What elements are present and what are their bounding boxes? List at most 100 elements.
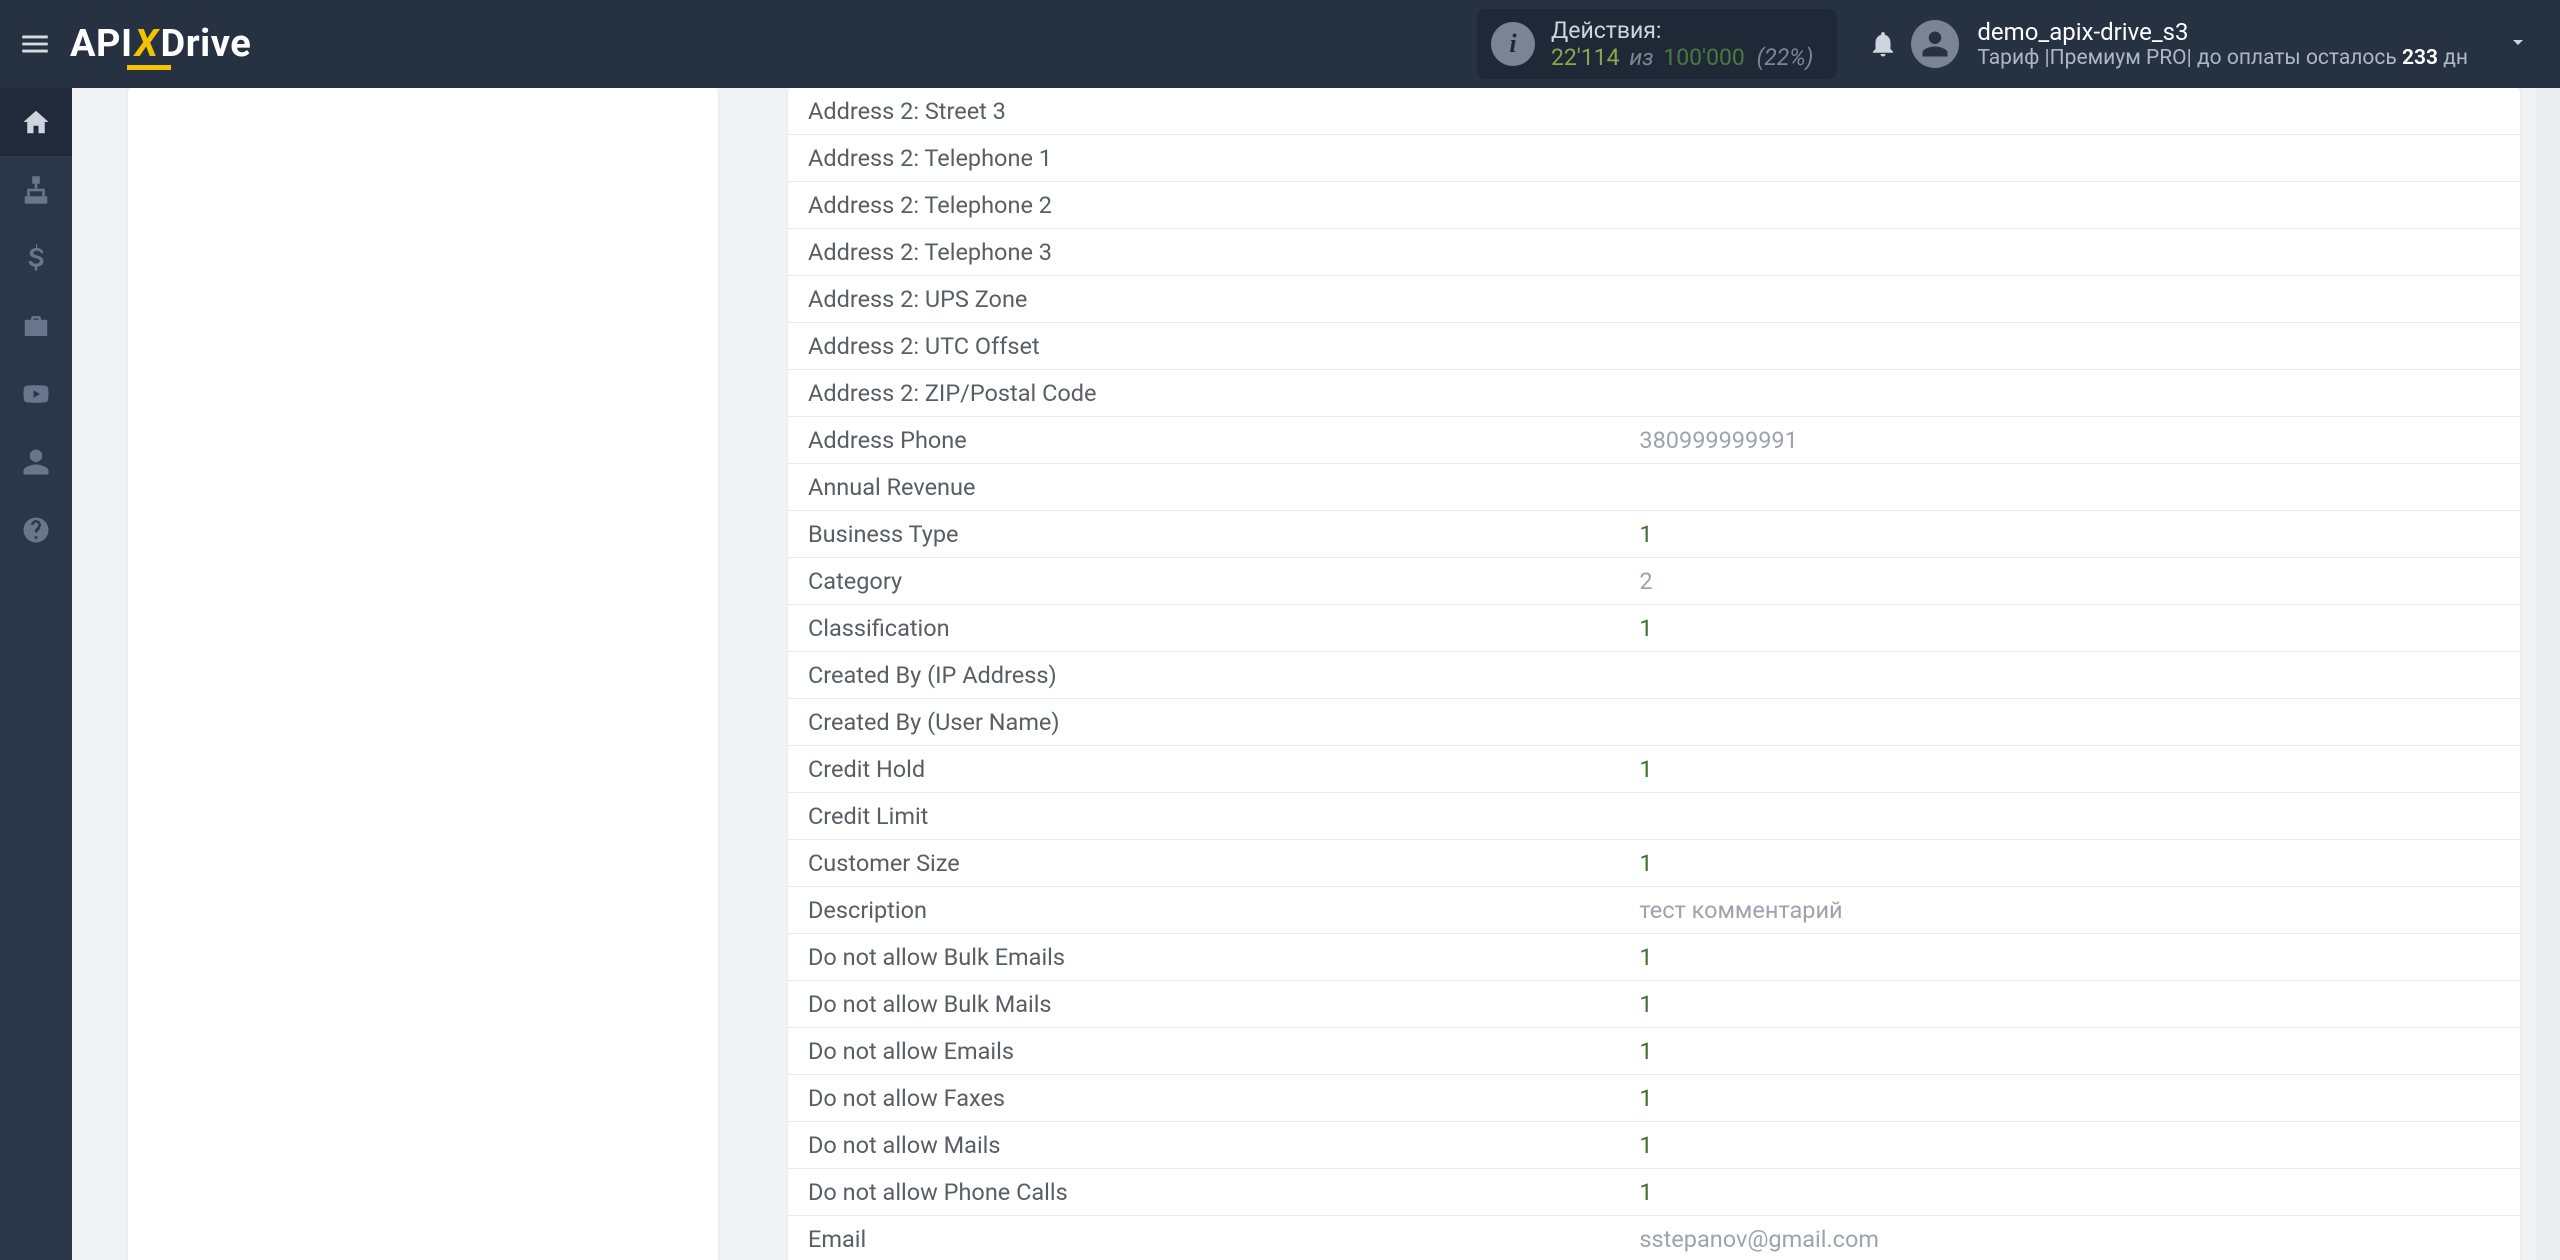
- dollar-icon: [21, 243, 51, 273]
- field-value: [1619, 793, 2520, 840]
- user-menu[interactable]: demo_apix-drive_s3 Тариф |Премиум PRO| д…: [1911, 18, 2530, 70]
- field-label: Classification: [788, 605, 1619, 652]
- field-value: [1619, 699, 2520, 746]
- field-value: 1: [1619, 840, 2520, 887]
- field-table: Address 2: Street 3Address 2: Telephone …: [788, 88, 2520, 1260]
- table-row: Emailsstepanov@gmail.com: [788, 1216, 2520, 1260]
- field-label: Business Type: [788, 511, 1619, 558]
- field-value: 1: [1619, 746, 2520, 793]
- table-row: Address 2: Telephone 1: [788, 135, 2520, 182]
- field-value: 1: [1619, 1169, 2520, 1216]
- table-row: Classification1: [788, 605, 2520, 652]
- bell-icon: [1868, 29, 1898, 59]
- field-label: Address 2: Street 3: [788, 88, 1619, 135]
- sidebar-item-video[interactable]: [0, 360, 72, 428]
- field-label: Credit Limit: [788, 793, 1619, 840]
- field-label: Address 2: Telephone 1: [788, 135, 1619, 182]
- field-label: Address Phone: [788, 417, 1619, 464]
- field-label: Do not allow Faxes: [788, 1075, 1619, 1122]
- field-value: [1619, 276, 2520, 323]
- sidebar-item-home[interactable]: [0, 88, 72, 156]
- usage-label: Действия:: [1551, 17, 1813, 44]
- field-label: Do not allow Phone Calls: [788, 1169, 1619, 1216]
- table-row: Do not allow Phone Calls1: [788, 1169, 2520, 1216]
- data-panel: Address 2: Street 3Address 2: Telephone …: [788, 88, 2520, 1260]
- home-icon: [21, 107, 51, 137]
- app-logo[interactable]: API X Drive: [70, 22, 251, 66]
- table-row: Annual Revenue: [788, 464, 2520, 511]
- sidebar-nav: [0, 88, 72, 1260]
- table-row: Address 2: UTC Offset: [788, 323, 2520, 370]
- sidebar-item-business[interactable]: [0, 292, 72, 360]
- tariff-label: Тариф |Премиум PRO| до оплаты осталось 2…: [1977, 46, 2468, 70]
- table-row: Credit Limit: [788, 793, 2520, 840]
- table-row: Created By (User Name): [788, 699, 2520, 746]
- help-icon: [21, 515, 51, 545]
- notifications-button[interactable]: [1855, 29, 1911, 59]
- field-label: Address 2: ZIP/Postal Code: [788, 370, 1619, 417]
- field-label: Do not allow Emails: [788, 1028, 1619, 1075]
- table-row: Address 2: Telephone 2: [788, 182, 2520, 229]
- field-label: Do not allow Bulk Mails: [788, 981, 1619, 1028]
- usage-counter[interactable]: i Действия: 22'114 из 100'000 (22%): [1477, 9, 1837, 79]
- scrollbar-track[interactable]: [2536, 88, 2560, 1260]
- table-row: Do not allow Bulk Emails1: [788, 934, 2520, 981]
- table-row: Address 2: ZIP/Postal Code: [788, 370, 2520, 417]
- content-area: Address 2: Street 3Address 2: Telephone …: [72, 88, 2560, 1260]
- field-value: тест комментарий: [1619, 887, 2520, 934]
- table-row: Do not allow Emails1: [788, 1028, 2520, 1075]
- field-value: [1619, 652, 2520, 699]
- user-icon: [21, 447, 51, 477]
- field-value: [1619, 229, 2520, 276]
- field-label: Category: [788, 558, 1619, 605]
- table-row: Do not allow Mails1: [788, 1122, 2520, 1169]
- field-label: Email: [788, 1216, 1619, 1260]
- field-label: Do not allow Bulk Emails: [788, 934, 1619, 981]
- field-value: sstepanov@gmail.com: [1619, 1216, 2520, 1260]
- table-row: Business Type1: [788, 511, 2520, 558]
- table-row: Address 2: Street 3: [788, 88, 2520, 135]
- field-value: [1619, 88, 2520, 135]
- menu-toggle-button[interactable]: [0, 0, 70, 88]
- logo-underline: [127, 65, 171, 70]
- field-label: Address 2: Telephone 2: [788, 182, 1619, 229]
- usage-value: 22'114 из 100'000 (22%): [1551, 44, 1813, 71]
- table-row: Category2: [788, 558, 2520, 605]
- logo-text-x: X: [133, 22, 161, 66]
- field-value: [1619, 464, 2520, 511]
- field-label: Address 2: Telephone 3: [788, 229, 1619, 276]
- sidebar-item-account[interactable]: [0, 428, 72, 496]
- table-row: Address Phone380999999991: [788, 417, 2520, 464]
- field-value: 1: [1619, 1028, 2520, 1075]
- field-label: Credit Hold: [788, 746, 1619, 793]
- table-row: Credit Hold1: [788, 746, 2520, 793]
- field-value: 1: [1619, 605, 2520, 652]
- field-value: 1: [1619, 934, 2520, 981]
- field-label: Description: [788, 887, 1619, 934]
- sidebar-item-help[interactable]: [0, 496, 72, 564]
- field-label: Address 2: UPS Zone: [788, 276, 1619, 323]
- table-row: Do not allow Bulk Mails1: [788, 981, 2520, 1028]
- field-value: 1: [1619, 1122, 2520, 1169]
- sitemap-icon: [21, 175, 51, 205]
- table-row: Descriptionтест комментарий: [788, 887, 2520, 934]
- table-row: Customer Size1: [788, 840, 2520, 887]
- info-icon: i: [1491, 22, 1535, 66]
- youtube-icon: [21, 379, 51, 409]
- field-value: [1619, 135, 2520, 182]
- avatar-icon: [1911, 20, 1959, 68]
- field-label: Created By (IP Address): [788, 652, 1619, 699]
- hamburger-icon: [18, 27, 52, 61]
- sidebar-item-connections[interactable]: [0, 156, 72, 224]
- field-value: [1619, 323, 2520, 370]
- field-value: 1: [1619, 511, 2520, 558]
- field-label: Address 2: UTC Offset: [788, 323, 1619, 370]
- sidebar-item-billing[interactable]: [0, 224, 72, 292]
- field-label: Created By (User Name): [788, 699, 1619, 746]
- logo-text-drive: Drive: [161, 22, 252, 66]
- username-label: demo_apix-drive_s3: [1977, 18, 2468, 46]
- table-row: Created By (IP Address): [788, 652, 2520, 699]
- table-row: Address 2: Telephone 3: [788, 229, 2520, 276]
- table-row: Address 2: UPS Zone: [788, 276, 2520, 323]
- left-panel: [128, 88, 718, 1260]
